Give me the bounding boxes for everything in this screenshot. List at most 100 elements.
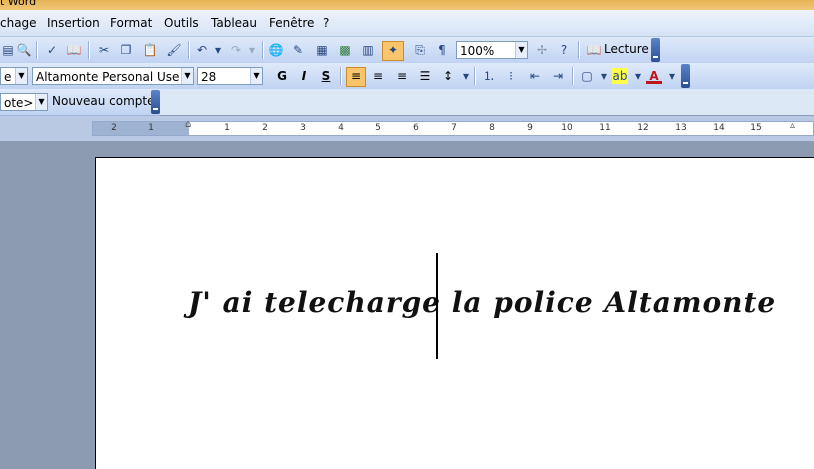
highlight-dropdown-icon[interactable]: ▾ [630, 68, 646, 84]
ruler-area: 2 1 1 2 3 4 5 6 7 8 9 10 11 12 13 14 15 … [0, 116, 814, 141]
redo-dropdown-icon[interactable]: ▾ [244, 42, 260, 58]
ruler-number: 5 [375, 123, 381, 133]
chevron-down-icon[interactable]: ▼ [15, 68, 27, 84]
align-right-icon[interactable]: ≡ [394, 68, 410, 84]
chevron-down-icon[interactable]: ▼ [250, 68, 262, 84]
account-select[interactable]: ote> ▼ [0, 93, 48, 111]
toolbar-band [160, 89, 814, 115]
paste-icon[interactable]: 📋 [142, 42, 158, 58]
ruler-number: 12 [637, 123, 649, 133]
ruler-number: 13 [675, 123, 687, 133]
help-icon[interactable]: ? [556, 42, 572, 58]
reading-button[interactable]: Lecture [604, 42, 649, 56]
font-color-dropdown-icon[interactable]: ▾ [664, 68, 680, 84]
copy-icon[interactable]: ❐ [118, 42, 134, 58]
separator [88, 41, 90, 59]
separator [188, 41, 190, 59]
title-bar: t Word [0, 0, 814, 10]
insert-excel-icon[interactable]: ▩ [337, 42, 353, 58]
toolbar-options-grip[interactable] [151, 90, 160, 114]
chevron-down-icon[interactable]: ▼ [515, 42, 527, 58]
zoom-select[interactable]: 100% ▼ [456, 41, 528, 59]
font-size-value: 28 [201, 70, 217, 84]
menu-outils[interactable]: Outils [164, 16, 199, 30]
ruler-number: 3 [300, 123, 306, 133]
decrease-indent-icon[interactable]: ⇤ [527, 68, 543, 84]
menu-help[interactable]: ? [323, 16, 329, 30]
ruler-number: 2 [111, 123, 117, 133]
spelling-icon[interactable]: ✓ [44, 42, 60, 58]
ruler-number: 1 [224, 123, 230, 133]
reading-layout-icon[interactable]: 📖 [586, 42, 602, 58]
separator [36, 41, 38, 59]
borders-dropdown-icon[interactable]: ▾ [596, 68, 612, 84]
bold-button[interactable]: G [274, 68, 290, 84]
ruler-number: 2 [262, 123, 268, 133]
document-text[interactable]: J' ai telecharge la police Altamonte [188, 286, 776, 319]
align-left-icon[interactable]: ≡ [346, 67, 366, 87]
document-map-icon[interactable]: ⎘ [412, 42, 428, 58]
font-select[interactable]: Altamonte Personal Use ▼ [32, 67, 194, 85]
horizontal-ruler[interactable]: 2 1 1 2 3 4 5 6 7 8 9 10 11 12 13 14 15 … [92, 119, 814, 136]
menu-bar: chage Insertion Format Outils Tableau Fe… [0, 10, 814, 37]
increase-indent-icon[interactable]: ⇥ [550, 68, 566, 84]
undo-dropdown-icon[interactable]: ▾ [210, 42, 226, 58]
toolbar-options-grip[interactable] [681, 64, 690, 88]
print-preview-icon[interactable]: 🔍 [16, 42, 32, 58]
cut-icon[interactable]: ✂ [96, 42, 112, 58]
bullets-icon[interactable]: ⁝ [503, 68, 519, 84]
columns-icon[interactable]: ▥ [360, 42, 376, 58]
ruler-number: 8 [489, 123, 495, 133]
mail-toolbar: ote> ▼ Nouveau compte [0, 89, 160, 116]
ruler-number: 6 [413, 123, 419, 133]
research-icon[interactable]: 📖 [66, 42, 82, 58]
print-icon[interactable]: ▤ [0, 42, 16, 58]
line-spacing-dropdown-icon[interactable]: ▾ [458, 68, 474, 84]
right-indent-marker[interactable]: ▵ [790, 120, 795, 131]
justify-icon[interactable]: ☰ [417, 68, 433, 84]
underline-button[interactable]: S [318, 68, 334, 84]
ruler-number: 9 [527, 123, 533, 133]
italic-button[interactable]: I [296, 68, 312, 84]
show-hide-icon[interactable]: ¶ [434, 42, 450, 58]
menu-insertion[interactable]: Insertion [47, 16, 100, 30]
numbering-icon[interactable]: ⒈ [481, 68, 497, 84]
align-center-icon[interactable]: ≡ [370, 68, 386, 84]
line-spacing-icon[interactable]: ↕ [440, 68, 456, 84]
font-value: Altamonte Personal Use [36, 70, 180, 84]
ruler-number: 1 [148, 123, 154, 133]
drawing-icon[interactable]: ✦ [382, 41, 404, 61]
separator [340, 67, 342, 85]
menu-affichage[interactable]: chage [0, 16, 37, 30]
tables-borders-icon[interactable]: ✎ [290, 42, 306, 58]
menu-fenetre[interactable]: Fenêtre [269, 16, 314, 30]
highlight-icon[interactable]: ab [612, 68, 628, 84]
ruler-number: 4 [338, 123, 344, 133]
ink-icon[interactable]: ✢ [534, 42, 550, 58]
formatting-toolbar: e P ▼ Altamonte Personal Use ▼ 28 ▼ G I … [0, 63, 814, 90]
separator [474, 67, 476, 85]
menu-format[interactable]: Format [110, 16, 152, 30]
font-color-icon[interactable]: A [646, 68, 662, 84]
format-painter-icon[interactable]: 🖌 [166, 42, 182, 58]
standard-toolbar: ▤ 🔍 ✓ 📖 ✂ ❐ 📋 🖌 ↶ ▾ ↷ ▾ 🌐 ✎ ▦ ▩ ▥ ✦ ⎘ ¶ … [0, 37, 814, 64]
text-cursor [436, 253, 438, 359]
style-select[interactable]: e P ▼ [0, 67, 28, 85]
first-line-indent-marker[interactable]: ⌂ [185, 119, 191, 130]
menu-tableau[interactable]: Tableau [211, 16, 257, 30]
ruler-number: 15 [750, 123, 762, 133]
chevron-down-icon[interactable]: ▼ [35, 94, 47, 110]
hyperlink-icon[interactable]: 🌐 [268, 42, 284, 58]
toolbar-options-grip[interactable] [651, 38, 660, 62]
document-page[interactable]: J' ai telecharge la police Altamonte [95, 157, 814, 469]
borders-icon[interactable]: ▢ [579, 68, 595, 84]
insert-table-icon[interactable]: ▦ [314, 42, 330, 58]
new-account-button[interactable]: Nouveau compte [52, 94, 155, 108]
zoom-value: 100% [460, 44, 495, 58]
font-size-select[interactable]: 28 ▼ [197, 67, 263, 85]
redo-icon[interactable]: ↷ [228, 42, 244, 58]
window-title: t Word [0, 0, 37, 8]
account-value: ote> [4, 96, 34, 110]
undo-icon[interactable]: ↶ [194, 42, 210, 58]
chevron-down-icon[interactable]: ▼ [181, 68, 193, 84]
